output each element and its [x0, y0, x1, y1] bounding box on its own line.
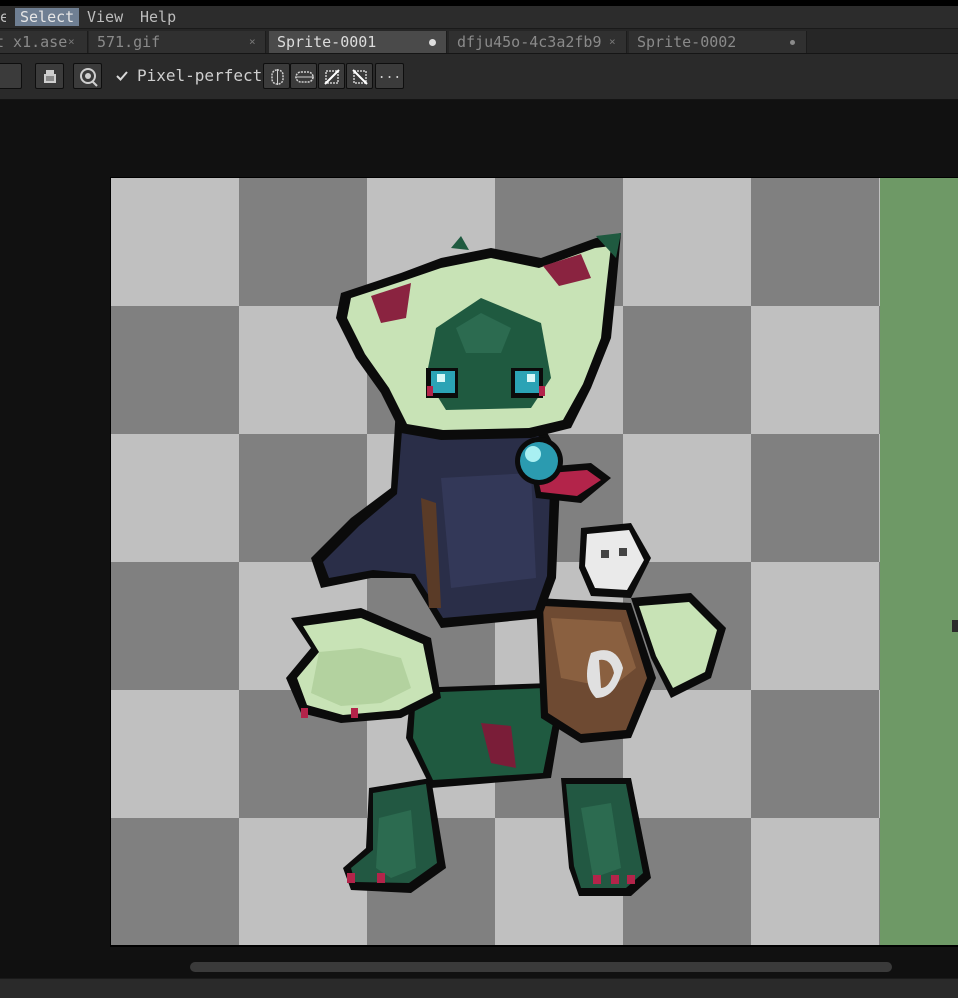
- menu-select[interactable]: Select: [15, 8, 80, 26]
- horizontal-scrollbar[interactable]: [190, 962, 892, 972]
- canvas-edge-marker: [952, 620, 958, 632]
- more-options-button[interactable]: ...: [375, 63, 404, 89]
- pixel-perfect-label[interactable]: Pixel-perfect: [137, 66, 262, 86]
- menu-partial[interactable]: e: [0, 8, 6, 26]
- close-icon[interactable]: ×: [68, 31, 75, 53]
- modified-dot-icon: [429, 39, 436, 46]
- ink-icon: [44, 70, 56, 83]
- tab-dfju45o[interactable]: dfju45o-4c3a2fb9 ×: [449, 31, 627, 53]
- symmetry-antidiagonal-button[interactable]: [346, 63, 373, 89]
- menu-help[interactable]: Help: [140, 8, 176, 26]
- tab-label: dfju45o-4c3a2fb9: [457, 33, 602, 51]
- more-options-icon: ...: [377, 67, 402, 82]
- tab-label: Sprite-0002: [637, 33, 737, 51]
- tab-x1[interactable]: t x1.ase ×: [0, 31, 88, 53]
- context-bar: Pixel-perfect ...: [0, 54, 958, 100]
- menu-bar: e Select View Help: [0, 6, 958, 29]
- eyedropper-icon: [80, 68, 98, 87]
- symmetry-icon: [324, 69, 340, 85]
- tab-bar: t x1.ase × 571.gif × Sprite-0001 dfju45o…: [0, 29, 958, 54]
- sprite-canvas[interactable]: [110, 177, 958, 947]
- tab-label: Sprite-0001: [277, 33, 377, 51]
- tab-571-gif[interactable]: 571.gif ×: [89, 31, 266, 53]
- creature-sprite: [286, 233, 726, 896]
- tab-label: 571.gif: [97, 33, 161, 51]
- check-icon[interactable]: [115, 69, 129, 83]
- tab-sprite-0001[interactable]: Sprite-0001: [269, 31, 447, 53]
- symmetry-icon: [295, 71, 314, 83]
- close-icon[interactable]: ×: [609, 31, 616, 53]
- menu-view[interactable]: View: [87, 8, 123, 26]
- symmetry-diagonal-button[interactable]: [318, 63, 345, 89]
- brush-size-field[interactable]: [0, 63, 22, 89]
- symmetry-icon: [271, 69, 284, 85]
- modified-dot-icon: [790, 40, 795, 45]
- symmetry-icon: [352, 69, 368, 85]
- eyedropper-button[interactable]: [73, 63, 102, 89]
- tab-sprite-0002[interactable]: Sprite-0002: [629, 31, 807, 53]
- tab-label: t x1.ase: [0, 33, 68, 51]
- symmetry-horizontal-button[interactable]: [290, 63, 317, 89]
- symmetry-vertical-button[interactable]: [263, 63, 290, 89]
- ink-button[interactable]: [35, 63, 64, 89]
- status-bar: [0, 978, 958, 998]
- close-icon[interactable]: ×: [249, 31, 256, 53]
